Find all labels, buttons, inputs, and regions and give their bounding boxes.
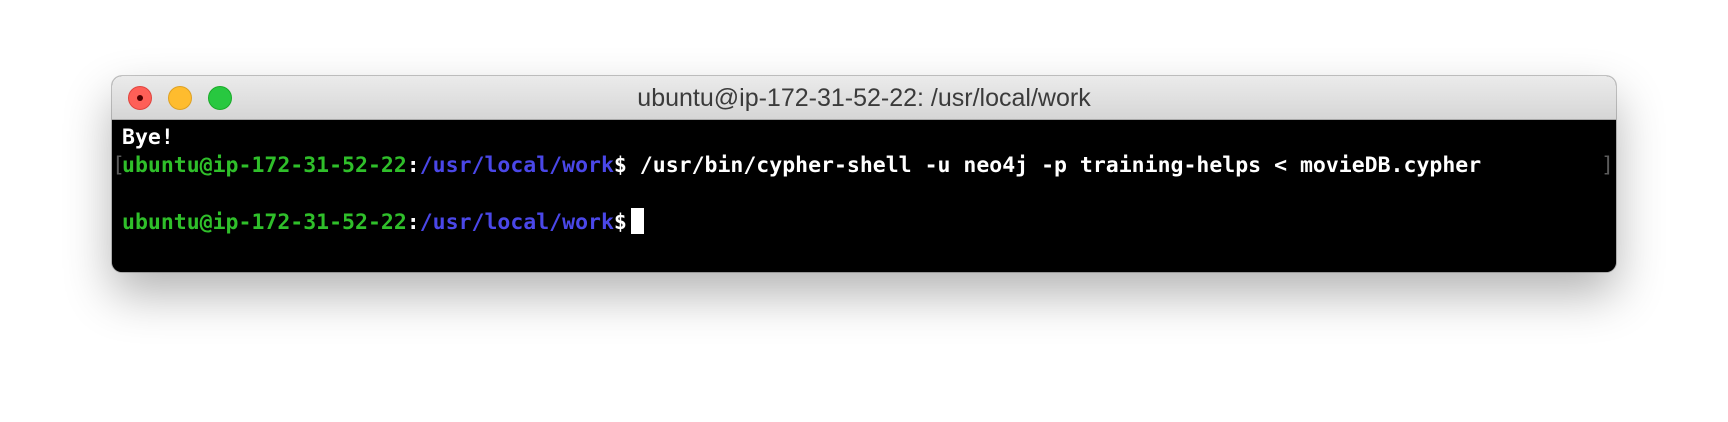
command-text: /usr/bin/cypher-shell -u neo4j -p traini… (626, 153, 1495, 178)
text-cursor (630, 208, 644, 234)
terminal-window[interactable]: ubuntu@ip-172-31-52-22: /usr/local/work … (112, 76, 1616, 272)
window-title: ubuntu@ip-172-31-52-22: /usr/local/work (637, 84, 1091, 112)
command-line: ubuntu@ip-172-31-52-22:/usr/local/work$ … (122, 152, 1494, 180)
prompt-user-host: ubuntu@ip-172-31-52-22 (122, 153, 407, 178)
prompt-colon: : (406, 210, 420, 235)
prompt-dollar: $ (613, 153, 627, 178)
prompt-user-host: ubuntu@ip-172-31-52-22 (122, 210, 407, 235)
prompt-path: /usr/local/work (419, 210, 614, 235)
prompt-dollar: $ (613, 210, 627, 235)
terminal-content[interactable]: Bye! [ ubuntu@ip-172-31-52-22:/usr/local… (112, 120, 1616, 272)
active-prompt-line[interactable]: ubuntu@ip-172-31-52-22:/usr/local/work$ (122, 208, 644, 236)
output-line: Bye! (122, 125, 174, 150)
prompt-path: /usr/local/work (419, 153, 614, 178)
mark-bracket-right: ] (1601, 153, 1614, 178)
title-bar[interactable]: ubuntu@ip-172-31-52-22: /usr/local/work (112, 76, 1616, 120)
prompt-colon: : (406, 153, 420, 178)
